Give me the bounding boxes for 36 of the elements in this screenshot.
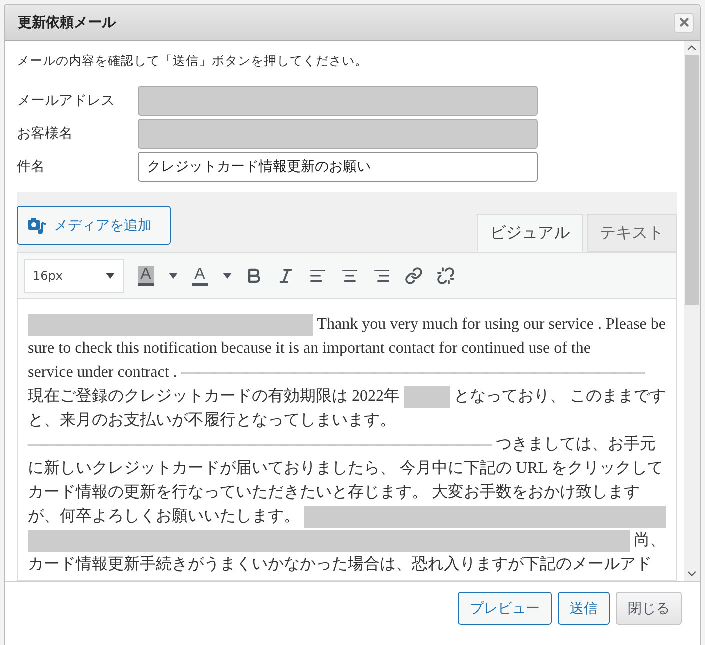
body-text: Thank you very much for using our service . Please be — [317, 315, 666, 335]
font-size-select[interactable]: 16px — [24, 258, 124, 292]
editor-tab[interactable]: ビジュアル — [477, 214, 583, 252]
highlight-color-button[interactable]: A — [130, 260, 162, 290]
body-text: 現在ご登録のクレジットカードの有効期限は 2022年 — [28, 386, 400, 407]
scroll-bar[interactable] — [684, 41, 700, 581]
body-text: service under contract . ————————————————————————————— — [28, 363, 646, 383]
body-text: カード情報の更新を行なっていただきたいと存じます。 大変お手数をおかけ致します — [28, 482, 640, 503]
add-media-button[interactable]: メディアを追加 — [17, 206, 171, 245]
action-button[interactable]: 送信 — [558, 592, 610, 625]
close-icon — [678, 16, 690, 29]
body-text: となっており、 このままです — [454, 387, 666, 407]
caret-icon — [106, 272, 115, 278]
field-label: メールアドレス — [17, 92, 116, 110]
redacted-block — [404, 386, 450, 408]
body-text: 尚、 — [634, 530, 666, 551]
dialog-title: 更新依頼メール — [18, 14, 116, 32]
editor-tab[interactable]: テキスト — [587, 214, 677, 252]
redacted-field[interactable] — [138, 118, 538, 148]
body-text: ————————————————————————————— つきましては、お手元 — [28, 434, 656, 455]
instruction-text: メールの内容を確認して「送信」ボタンを押してください。 — [17, 53, 369, 70]
action-button[interactable]: プレビュー — [458, 592, 552, 625]
scroll-thumb[interactable] — [685, 55, 699, 305]
body-text: と、来月のお支払いが不履行となってしまいます。 — [28, 410, 396, 431]
media-icon — [28, 216, 48, 234]
body-text: カード情報更新手続きがうまくいかなかった場合は、恐れ入りますが下記のメールアド — [28, 554, 652, 575]
text-color-button[interactable]: A — [184, 260, 216, 290]
field-label: 件名 — [17, 158, 46, 176]
close-dialog-button[interactable]: 閉じる — [616, 592, 682, 625]
body-text: に新しいクレジットカードが届いておりましたら、 今月中に下記の URL をクリックして — [28, 458, 664, 479]
body-text: sure to check this notification because it is an important contact for continued use of the — [28, 339, 591, 359]
field-label: お客様名 — [17, 124, 74, 142]
redacted-field[interactable] — [138, 86, 538, 116]
close-button[interactable] — [674, 12, 694, 32]
input-field[interactable]: クレジットカード情報更新のお願い — [138, 152, 538, 182]
body-text: が、何卒よろしくお願いいたします。 — [28, 506, 300, 527]
